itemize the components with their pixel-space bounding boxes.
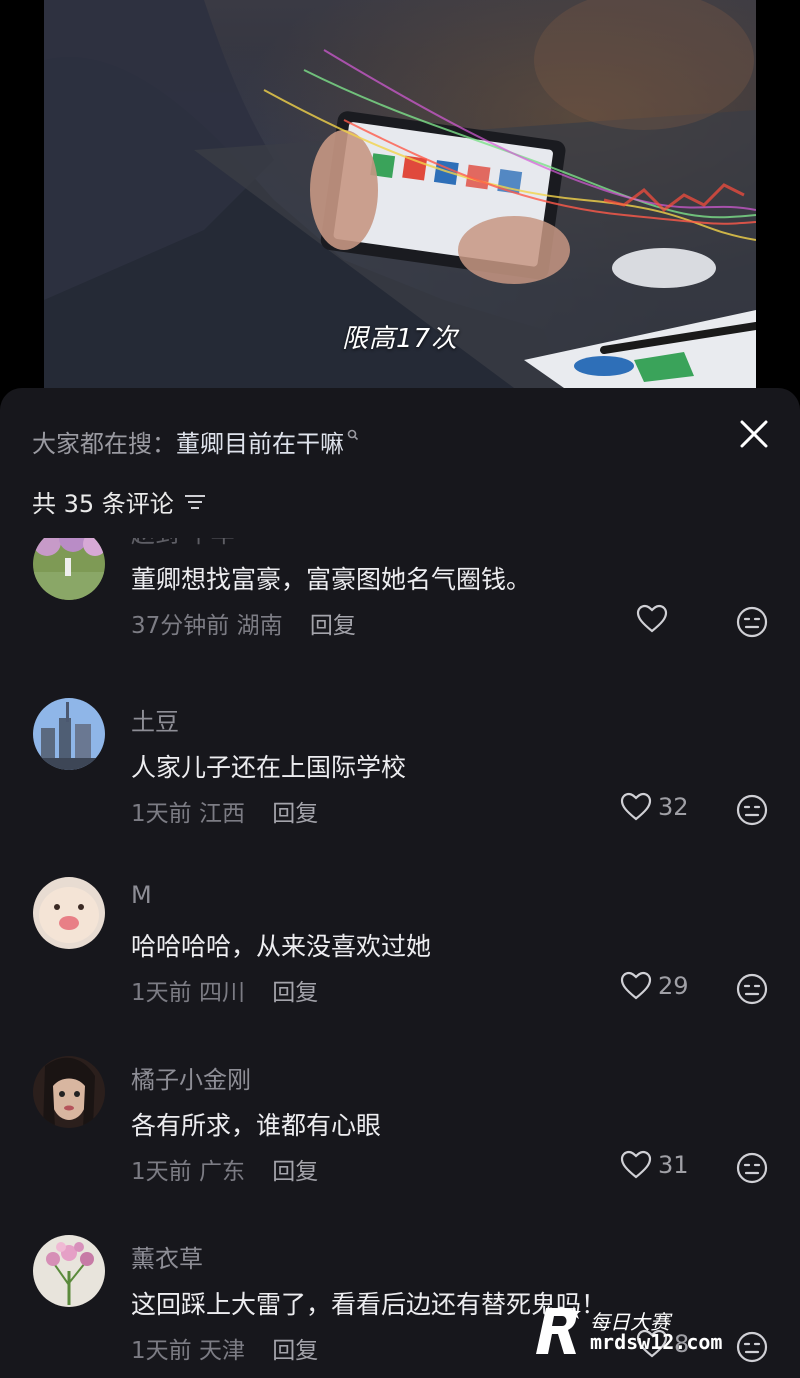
comment-time: 1天前 <box>131 1159 192 1185</box>
avatar[interactable] <box>33 877 105 949</box>
like-count: 32 <box>658 793 689 821</box>
comment-text: 董卿想找富豪，富豪图她名气圈钱。 <box>131 565 532 594</box>
comment-item: 赵到 千年 董卿想找富豪，富豪图她名气圈钱。 37分钟前 湖南 回复 <box>0 538 800 698</box>
comment-username[interactable]: 橘子小金刚 <box>131 1060 251 1095</box>
comment-location: 湖南 <box>236 613 283 639</box>
close-icon[interactable] <box>736 416 772 452</box>
comment-location: 四川 <box>198 980 245 1006</box>
trending-search[interactable]: 大家都在搜：董卿目前在干嘛 <box>32 424 359 459</box>
meh-face-icon[interactable] <box>736 794 768 826</box>
comment-username[interactable]: 土豆 <box>131 702 179 737</box>
avatar[interactable] <box>33 698 105 770</box>
comment-item: 土豆 人家儿子还在上国际学校 1天前 江西 回复 32 <box>0 698 800 868</box>
comment-text: 哈哈哈哈，从来没喜欢过她 <box>131 932 432 961</box>
comment-text: 各有所求，谁都有心眼 <box>131 1111 382 1140</box>
meh-face-icon[interactable] <box>736 973 768 1005</box>
comment-username[interactable]: M <box>131 881 152 909</box>
comment-item: M 哈哈哈哈，从来没喜欢过她 1天前 四川 回复 29 <box>0 877 800 1047</box>
reply-button[interactable]: 回复 <box>272 1159 318 1185</box>
like-button[interactable]: 32 <box>620 792 689 822</box>
sort-icon[interactable] <box>184 493 206 511</box>
comment-count-row[interactable]: 共 35 条评论 <box>32 484 206 519</box>
comment-time: 1天前 <box>131 1338 192 1364</box>
meh-face-icon[interactable] <box>736 606 768 638</box>
reply-button[interactable]: 回复 <box>272 801 318 827</box>
comment-location: 广东 <box>198 1159 245 1185</box>
meh-face-icon[interactable] <box>736 1152 768 1184</box>
reply-button[interactable]: 回复 <box>272 1338 318 1364</box>
avatar[interactable] <box>33 1056 105 1128</box>
comment-username[interactable]: 赵到 千年 <box>131 538 235 549</box>
heart-icon <box>620 792 652 821</box>
like-button[interactable]: 31 <box>620 1150 689 1180</box>
comment-meta: 1天前 四川 回复 <box>131 973 318 1007</box>
comment-time: 37分钟前 <box>131 613 230 639</box>
video-player[interactable]: 限高17次 <box>0 0 800 400</box>
avatar[interactable] <box>33 1235 105 1307</box>
comment-location: 江西 <box>198 801 245 827</box>
watermark-url: mrdsw12.com <box>590 1330 723 1354</box>
heart-icon <box>636 604 668 633</box>
like-button[interactable]: 29 <box>620 971 689 1001</box>
comment-meta: 1天前 广东 回复 <box>131 1152 318 1186</box>
reply-button[interactable]: 回复 <box>272 980 318 1006</box>
trending-search-prefix: 大家都在搜： <box>32 430 176 458</box>
reply-button[interactable]: 回复 <box>310 613 356 639</box>
comment-sheet: 大家都在搜：董卿目前在干嘛 共 35 条评论 董卿想找富豪，富豪图她名气圈钱。 … <box>0 388 800 1378</box>
video-subtitle: 限高17次 <box>341 324 459 354</box>
comment-time: 1天前 <box>131 980 192 1006</box>
comment-count: 共 35 条评论 <box>32 490 174 518</box>
comment-item: 橘子小金刚 各有所求，谁都有心眼 1天前 广东 回复 31 <box>0 1056 800 1226</box>
heart-icon <box>620 1150 652 1179</box>
watermark-logo <box>536 1306 581 1354</box>
like-count: 29 <box>658 972 689 1000</box>
watermark: 每日大赛 mrdsw12.com <box>528 1300 788 1360</box>
comment-list[interactable]: 赵到 千年 董卿想找富豪，富豪图她名气圈钱。 37分钟前 湖南 回复 <box>0 538 800 1378</box>
comment-text: 人家儿子还在上国际学校 <box>131 753 407 782</box>
comment-location: 天津 <box>198 1338 245 1364</box>
like-button[interactable] <box>636 604 674 634</box>
comment-meta: 1天前 江西 回复 <box>131 794 318 828</box>
trending-search-term[interactable]: 董卿目前在干嘛 <box>176 430 344 458</box>
comment-meta: 37分钟前 湖南 回复 <box>131 606 356 640</box>
comment-time: 1天前 <box>131 801 192 827</box>
avatar[interactable] <box>33 538 105 600</box>
like-count: 31 <box>658 1151 689 1179</box>
comment-meta: 1天前 天津 回复 <box>131 1331 318 1365</box>
search-icon <box>347 429 359 441</box>
comment-username[interactable]: 薰衣草 <box>131 1239 203 1274</box>
heart-icon <box>620 971 652 1000</box>
